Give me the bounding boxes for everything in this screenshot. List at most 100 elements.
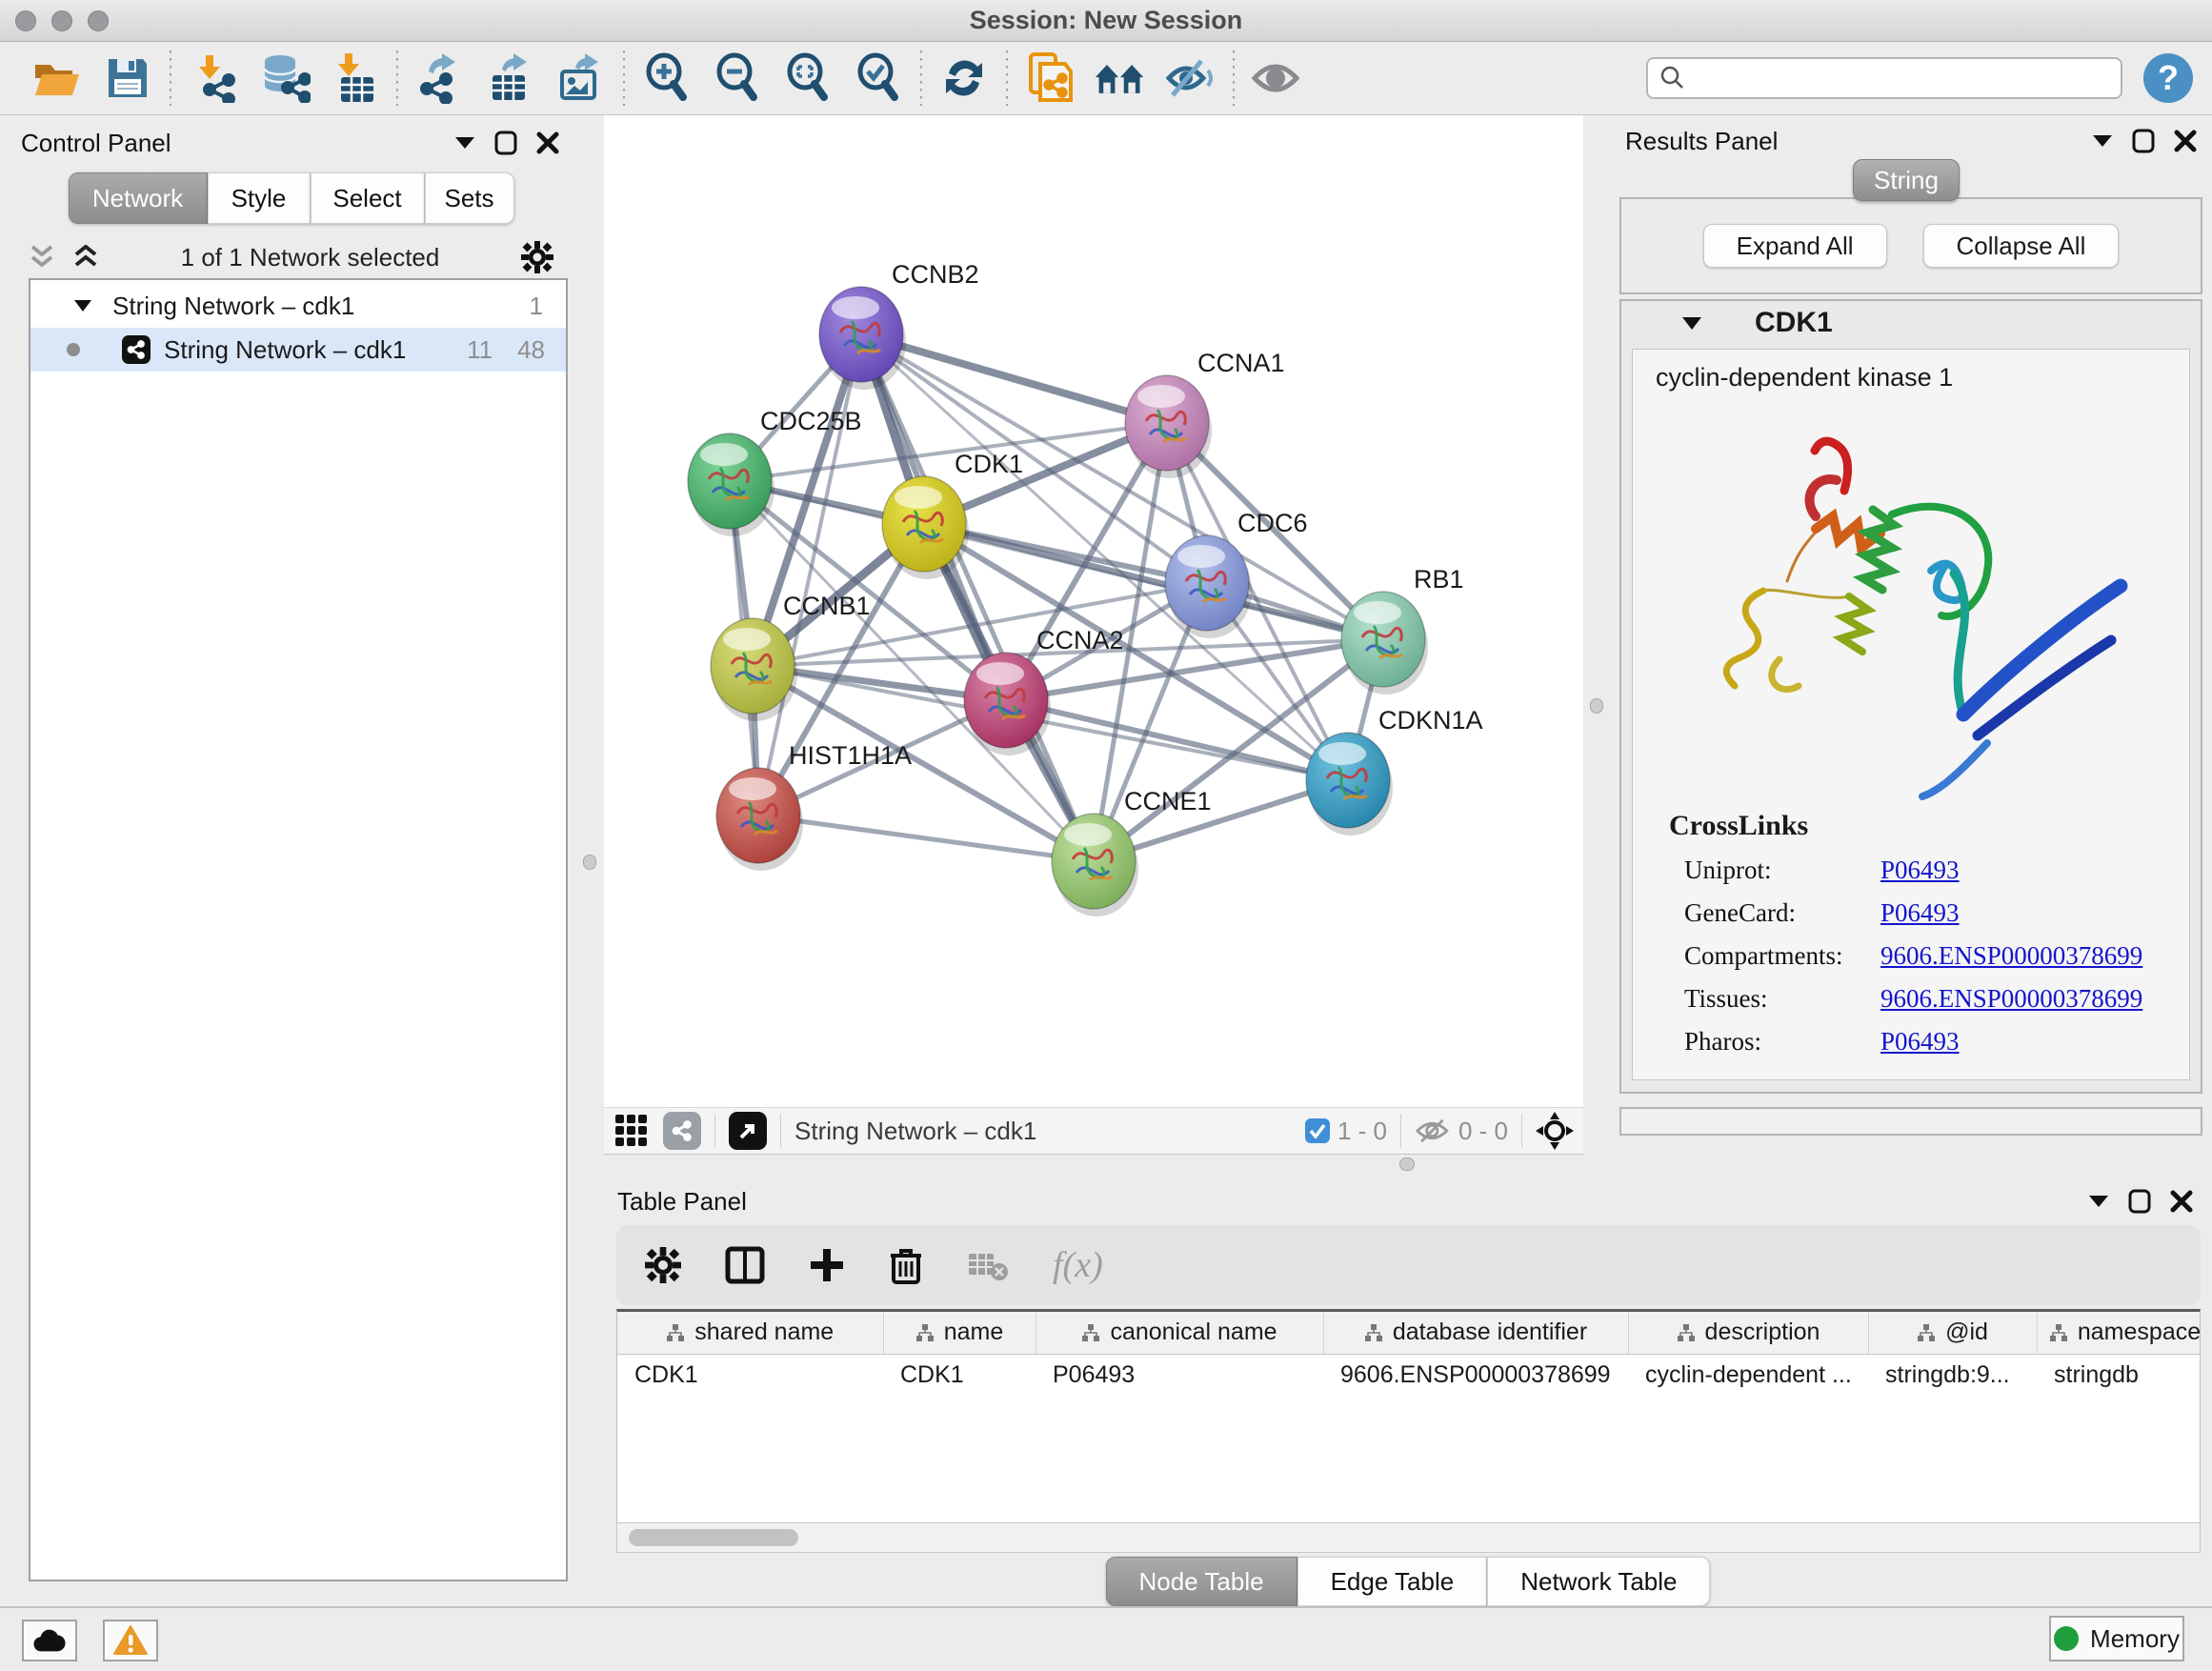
detach-view-button[interactable] <box>729 1112 767 1150</box>
splitter-handle[interactable] <box>1399 1158 1415 1171</box>
export-network-button[interactable] <box>413 51 467 105</box>
splitter-handle[interactable] <box>1590 698 1603 714</box>
import-table-button[interactable] <box>328 51 381 105</box>
network-edge[interactable] <box>758 815 1094 861</box>
table-cell[interactable]: CDK1 <box>883 1354 1036 1396</box>
tab-select[interactable]: Select <box>311 172 425 224</box>
show-columns-icon[interactable] <box>725 1246 765 1284</box>
delete-column-trash-icon[interactable] <box>889 1246 923 1284</box>
close-panel-icon[interactable] <box>2170 1190 2193 1213</box>
zoom-selected-button[interactable] <box>852 51 905 105</box>
zoom-out-button[interactable] <box>711 51 764 105</box>
show-hidden-button[interactable] <box>1250 51 1303 105</box>
scrollbar-thumb[interactable] <box>629 1529 798 1546</box>
entry-header[interactable]: CDK1 <box>1621 301 2201 345</box>
node-table[interactable]: shared namenamecanonical namedatabase id… <box>616 1309 2201 1522</box>
collapse-all-button[interactable]: Collapse All <box>1923 224 2120 268</box>
network-row[interactable]: String Network – cdk1 11 48 <box>30 328 566 372</box>
column-header-id[interactable]: @id <box>1868 1312 2037 1354</box>
close-panel-icon[interactable] <box>536 131 559 154</box>
tree-expander-icon[interactable] <box>74 300 91 312</box>
grid-view-icon[interactable] <box>613 1113 650 1149</box>
network-node-ccne1[interactable]: CCNE1 <box>1052 787 1212 916</box>
table-cell[interactable]: CDK1 <box>617 1354 883 1396</box>
column-header-namespace[interactable]: namespace <box>2037 1312 2201 1354</box>
network-node-hist1h1a[interactable]: HIST1H1A <box>716 741 912 871</box>
network-edge[interactable] <box>1006 700 1348 780</box>
network-graph[interactable]: CCNB2CCNA1CDC25BCDK1CDC6RB1CCNB1CCNA2CDK… <box>604 115 1583 1107</box>
column-header-canonical-name[interactable]: canonical name <box>1036 1312 1323 1354</box>
vertical-splitter[interactable] <box>1583 115 1611 1174</box>
splitter-handle[interactable] <box>583 855 596 870</box>
network-edge[interactable] <box>861 334 1167 423</box>
function-builder-icon[interactable]: f(x) <box>1053 1244 1103 1286</box>
table-cell[interactable]: cyclin-dependent ... <box>1628 1354 1868 1396</box>
save-session-button[interactable] <box>101 51 154 105</box>
tab-network[interactable]: Network <box>69 172 208 224</box>
zoom-fit-button[interactable] <box>781 51 835 105</box>
network-overview-button[interactable] <box>1094 51 1147 105</box>
close-panel-icon[interactable] <box>2174 130 2197 152</box>
table-cell[interactable]: stringdb:9... <box>1868 1354 2037 1396</box>
network-edge[interactable] <box>861 334 1094 861</box>
table-cell[interactable]: P06493 <box>1036 1354 1323 1396</box>
entry-expander-icon[interactable] <box>1682 317 1701 330</box>
column-header-shared-name[interactable]: shared name <box>617 1312 883 1354</box>
export-image-button[interactable] <box>554 51 608 105</box>
tab-string[interactable]: String <box>1853 159 1960 201</box>
table-horizontal-scrollbar[interactable] <box>616 1522 2201 1553</box>
import-network-database-button[interactable] <box>257 51 311 105</box>
network-node-cdkn1a[interactable]: CDKN1A <box>1306 706 1483 836</box>
string-view-icon[interactable] <box>663 1112 701 1150</box>
collapse-all-tree-icon[interactable] <box>29 245 55 270</box>
table-cell[interactable]: 9606.ENSP00000378699 <box>1323 1354 1628 1396</box>
minimize-window-button[interactable] <box>51 10 72 31</box>
search-input[interactable] <box>1694 64 2109 93</box>
tab-node-table[interactable]: Node Table <box>1106 1557 1297 1606</box>
open-session-button[interactable] <box>30 51 84 105</box>
crosslink-link[interactable]: 9606.ENSP00000378699 <box>1880 941 2142 971</box>
maximize-window-button[interactable] <box>88 10 109 31</box>
tab-style[interactable]: Style <box>208 172 311 224</box>
crosslink-link[interactable]: P06493 <box>1880 856 1960 885</box>
float-panel-icon[interactable] <box>2132 129 2155 153</box>
apply-layout-button[interactable] <box>937 51 991 105</box>
selected-checkbox[interactable] <box>1305 1118 1330 1143</box>
tab-edge-table[interactable]: Edge Table <box>1297 1557 1488 1606</box>
expand-all-button[interactable]: Expand All <box>1703 224 1887 268</box>
panel-menu-chevron-icon[interactable] <box>2092 134 2113 148</box>
warnings-button[interactable] <box>103 1620 158 1661</box>
table-options-gear-icon[interactable] <box>645 1247 681 1283</box>
column-header-description[interactable]: description <box>1628 1312 1868 1354</box>
network-node-cdc6[interactable]: CDC6 <box>1165 509 1308 638</box>
tab-sets[interactable]: Sets <box>425 172 514 224</box>
import-network-file-button[interactable] <box>187 51 240 105</box>
results-scroll-strip[interactable] <box>1619 1107 2202 1136</box>
float-panel-icon[interactable] <box>494 131 517 155</box>
close-window-button[interactable] <box>15 10 36 31</box>
column-header-database-identifier[interactable]: database identifier <box>1323 1312 1628 1354</box>
delete-table-icon[interactable] <box>967 1249 1009 1281</box>
vertical-splitter[interactable] <box>576 115 604 1606</box>
zoom-in-button[interactable] <box>640 51 694 105</box>
memory-button[interactable]: Memory <box>2049 1616 2184 1661</box>
panel-menu-chevron-icon[interactable] <box>454 136 475 150</box>
float-panel-icon[interactable] <box>2128 1189 2151 1214</box>
hidden-eye-slash-icon[interactable] <box>1415 1116 1451 1146</box>
cloud-status-button[interactable] <box>22 1620 77 1661</box>
add-column-icon[interactable] <box>809 1247 845 1283</box>
network-node-rb1[interactable]: RB1 <box>1341 565 1464 695</box>
table-row[interactable]: CDK1CDK1P064939606.ENSP00000378699cyclin… <box>617 1354 2201 1396</box>
network-options-gear-icon[interactable] <box>521 241 553 273</box>
crosslink-link[interactable]: 9606.ENSP00000378699 <box>1880 984 2142 1014</box>
column-header-name[interactable]: name <box>883 1312 1036 1354</box>
search-box[interactable] <box>1646 57 2122 99</box>
crosslink-link[interactable]: P06493 <box>1880 898 1960 928</box>
horizontal-splitter[interactable] <box>604 1155 1583 1174</box>
copy-network-button[interactable] <box>1023 51 1076 105</box>
network-canvas[interactable]: CCNB2CCNA1CDC25BCDK1CDC6RB1CCNB1CCNA2CDK… <box>604 115 1583 1107</box>
tab-network-table[interactable]: Network Table <box>1487 1557 1710 1606</box>
network-collection-row[interactable]: String Network – cdk1 1 <box>30 284 566 328</box>
birds-eye-crosshair-icon[interactable] <box>1536 1112 1574 1150</box>
crosslink-link[interactable]: P06493 <box>1880 1027 1960 1057</box>
